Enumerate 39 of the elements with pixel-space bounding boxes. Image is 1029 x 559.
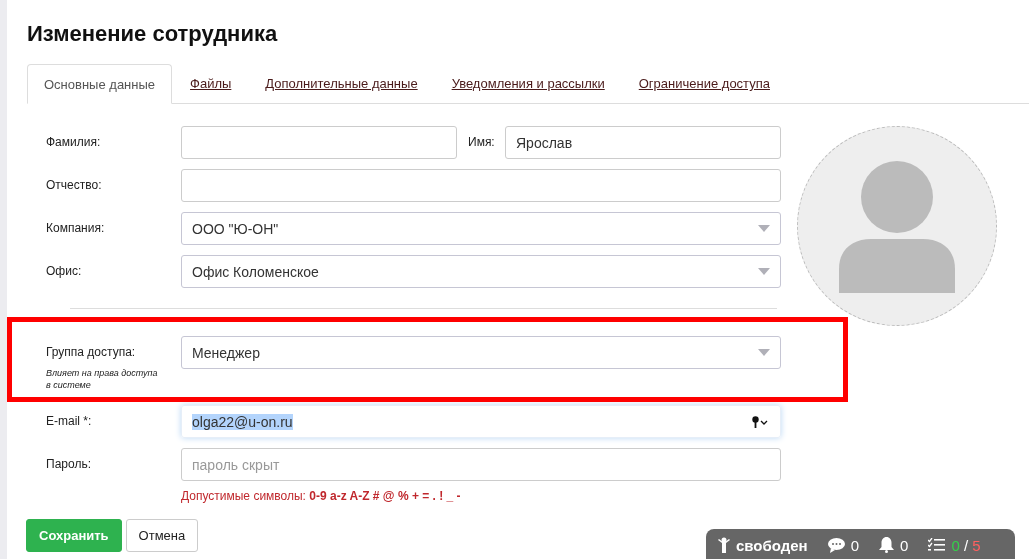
dropdown-arrow-icon — [758, 225, 770, 232]
field-label: Пароль: — [46, 456, 92, 471]
status-text[interactable]: свободен — [736, 536, 808, 554]
tasks-done-count: 0 — [951, 536, 960, 554]
field-label: Имя: — [468, 134, 496, 151]
hint-text: Допустимые символы: 0-9 a-z A-Z # @ % + = . ! _ - — [181, 489, 462, 503]
person-icon — [718, 537, 730, 553]
dropdown-arrow-icon — [758, 349, 770, 356]
notification-count: 0 — [900, 536, 909, 554]
bell-icon[interactable] — [879, 537, 895, 553]
tab[interactable]: Файлы — [174, 64, 248, 104]
tab[interactable]: Основные данные — [27, 64, 173, 104]
input-field[interactable]: Ярослав — [505, 126, 781, 159]
input-field[interactable] — [181, 126, 457, 159]
field-note: Влияет на права доступа в системе — [46, 367, 159, 391]
select-field[interactable]: Менеджер — [181, 336, 781, 369]
tab[interactable]: Дополнительные данные — [249, 64, 434, 104]
message-count: 0 — [850, 536, 860, 554]
select-field[interactable]: Офис Коломенское — [181, 255, 781, 288]
select-field[interactable]: ООО "Ю-ОН" — [181, 212, 781, 245]
tab[interactable]: Ограничение доступа — [622, 64, 786, 104]
checklist-icon[interactable] — [928, 537, 946, 553]
field-label: Офис: — [46, 263, 83, 278]
key-icon — [752, 415, 770, 428]
field-label: Отчество: — [46, 177, 103, 192]
person-icon — [839, 159, 955, 293]
email-field[interactable]: olga22@u-on.ru — [181, 405, 781, 438]
field-label: Группа доступа: — [46, 345, 136, 359]
separator: / — [962, 536, 970, 554]
tasks-total-count: 5 — [972, 536, 981, 554]
field-label: Фамилия: — [46, 134, 102, 149]
chat-icon[interactable] — [827, 537, 845, 553]
dropdown-arrow-icon — [758, 268, 770, 275]
field-label: E-mail *: — [46, 413, 93, 428]
field-label: Компания: — [46, 220, 106, 235]
input-field[interactable] — [181, 169, 781, 202]
tab[interactable]: Уведомления и рассылки — [435, 64, 621, 104]
cancel-button[interactable]: Отмена — [125, 519, 199, 552]
page-title: Изменение сотрудника — [26, 20, 279, 48]
